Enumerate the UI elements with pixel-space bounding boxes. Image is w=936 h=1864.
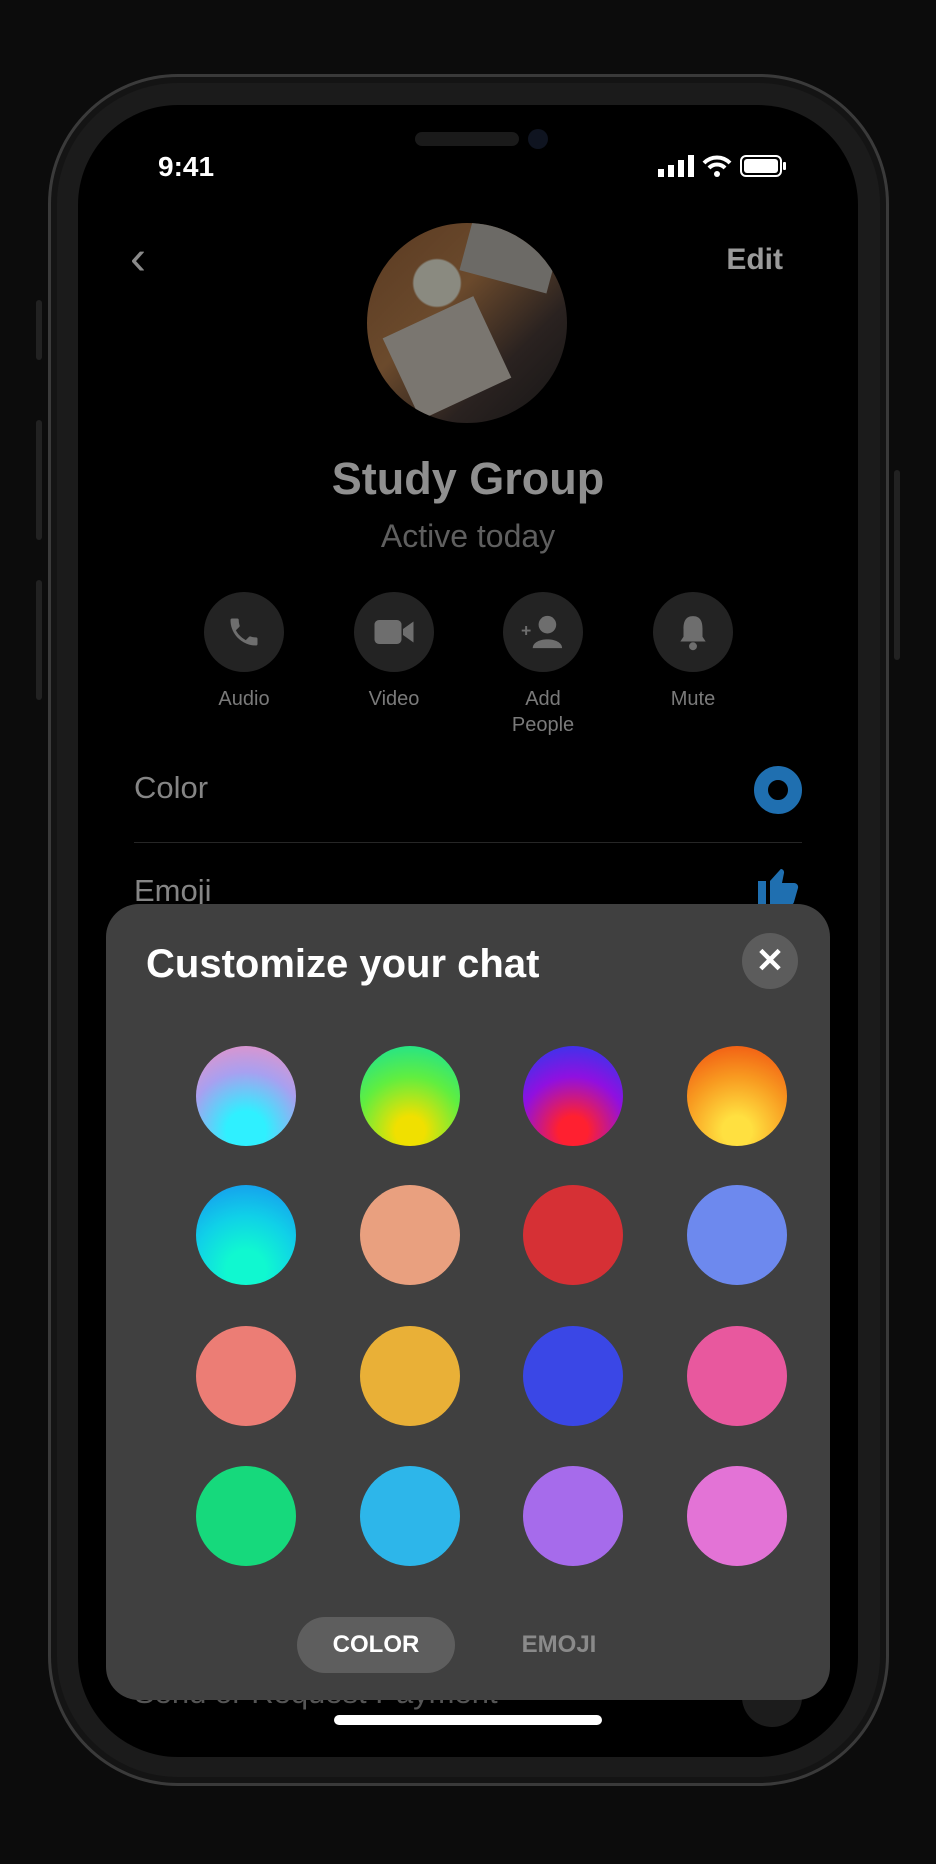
color-swatch[interactable] xyxy=(196,1046,296,1146)
add-person-icon: + xyxy=(521,615,563,649)
color-swatch[interactable] xyxy=(523,1046,623,1146)
status-time: 9:41 xyxy=(158,151,215,182)
video-label: Video xyxy=(368,688,420,710)
color-swatch[interactable] xyxy=(360,1326,460,1426)
tab-emoji[interactable]: EMOJI xyxy=(496,1617,622,1673)
svg-text:+: + xyxy=(521,620,531,640)
chevron-left-icon: ‹ xyxy=(130,232,146,285)
power-button xyxy=(894,470,900,660)
add-people-label: Add People xyxy=(511,688,575,736)
back-button[interactable]: ‹ xyxy=(130,235,146,283)
status-icons xyxy=(658,155,786,177)
screen: 9:41 ‹ Edit Study Group Active today Aud… xyxy=(78,105,858,1757)
color-swatch[interactable] xyxy=(196,1326,296,1426)
audio-label: Audio xyxy=(218,688,270,710)
sheet-title: Customize your chat xyxy=(146,942,540,986)
silent-switch xyxy=(36,300,42,360)
home-indicator[interactable] xyxy=(334,1715,602,1725)
video-button[interactable]: Video xyxy=(334,592,454,712)
color-swatch[interactable] xyxy=(196,1466,296,1566)
emoji-label: Emoji xyxy=(134,873,212,908)
color-swatch[interactable] xyxy=(360,1185,460,1285)
bell-icon xyxy=(680,616,706,651)
volume-down-button xyxy=(36,580,42,700)
close-icon: ✕ xyxy=(755,942,785,980)
color-swatch[interactable] xyxy=(196,1185,296,1285)
close-button[interactable]: ✕ xyxy=(742,933,798,989)
color-swatch[interactable] xyxy=(523,1326,623,1426)
cellular-signal-icon xyxy=(658,155,694,177)
video-camera-icon xyxy=(374,620,414,644)
customize-sheet: Customize your chat ✕ COLOR EMOJI xyxy=(106,904,830,1700)
color-swatch[interactable] xyxy=(360,1046,460,1146)
color-swatch[interactable] xyxy=(523,1466,623,1566)
color-swatch[interactable] xyxy=(687,1326,787,1426)
wifi-icon xyxy=(702,155,732,177)
color-swatch[interactable] xyxy=(687,1185,787,1285)
color-swatch[interactable] xyxy=(687,1466,787,1566)
battery-icon xyxy=(740,155,786,177)
divider xyxy=(134,842,802,843)
mute-button[interactable]: Mute xyxy=(633,592,753,712)
group-name: Study Group xyxy=(331,453,605,504)
color-swatch[interactable] xyxy=(523,1185,623,1285)
add-people-button[interactable]: + Add People xyxy=(483,592,603,738)
tab-color[interactable]: COLOR xyxy=(297,1617,455,1673)
front-camera xyxy=(528,129,548,149)
avatar xyxy=(367,223,567,423)
phone-icon xyxy=(230,618,258,646)
setting-color[interactable]: Color xyxy=(134,766,802,814)
color-swatch[interactable] xyxy=(360,1466,460,1566)
volume-up-button xyxy=(36,420,42,540)
speaker xyxy=(415,132,519,146)
color-label: Color xyxy=(134,770,209,805)
color-ring-icon xyxy=(754,766,802,814)
color-swatch[interactable] xyxy=(687,1046,787,1146)
edit-button[interactable]: Edit xyxy=(726,243,783,277)
active-status: Active today xyxy=(380,518,556,554)
thumbs-up-icon xyxy=(758,869,799,905)
audio-button[interactable]: Audio xyxy=(184,592,304,712)
mute-label: Mute xyxy=(670,688,716,710)
